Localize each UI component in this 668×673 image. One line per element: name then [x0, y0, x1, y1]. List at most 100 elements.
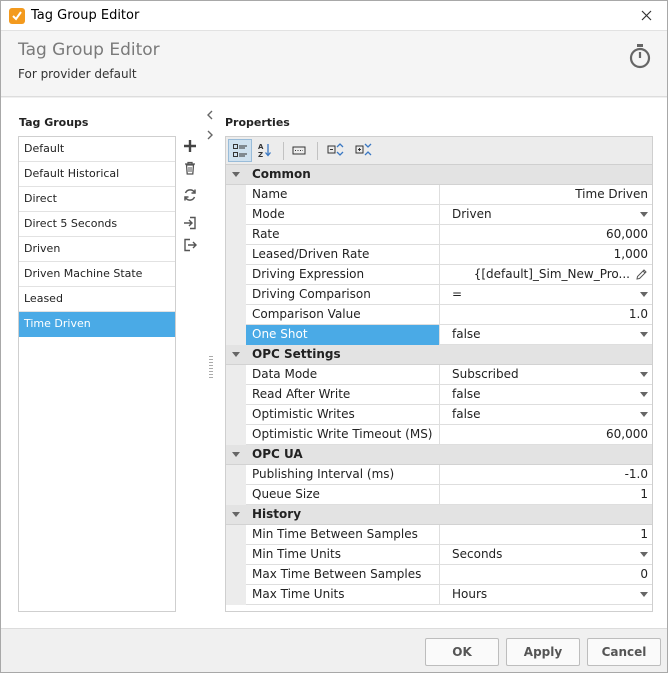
property-row[interactable]: Max Time Between Samples 0: [226, 565, 652, 585]
property-name[interactable]: Driving Comparison: [246, 285, 440, 305]
property-name[interactable]: Optimistic Write Timeout (MS): [246, 425, 440, 445]
property-row[interactable]: Rate 60,000: [226, 225, 652, 245]
property-row[interactable]: Optimistic Write Timeout (MS) 60,000: [226, 425, 652, 445]
property-value-dropdown[interactable]: false: [440, 405, 652, 425]
property-row[interactable]: Leased/Driven Rate 1,000: [226, 245, 652, 265]
property-value-dropdown[interactable]: Driven: [440, 205, 652, 225]
property-value-dropdown[interactable]: Subscribed: [440, 365, 652, 385]
category-header-history[interactable]: History: [226, 505, 652, 525]
collapse-panel-arrows-icon[interactable]: [205, 108, 215, 142]
property-value-field[interactable]: 1.0: [440, 305, 652, 325]
property-name[interactable]: Min Time Units: [246, 545, 440, 565]
property-value-field[interactable]: Time Driven: [440, 185, 652, 205]
cancel-button[interactable]: Cancel: [587, 638, 661, 666]
property-value-field[interactable]: 1: [440, 525, 652, 545]
property-value-dropdown[interactable]: Seconds: [440, 545, 652, 565]
add-icon[interactable]: [182, 138, 198, 154]
property-name[interactable]: Max Time Between Samples: [246, 565, 440, 585]
property-grid: Common Name Time Driven Mode Driven Rate 60,00…: [225, 164, 653, 612]
edit-value-button[interactable]: [288, 139, 312, 162]
property-value-field[interactable]: 1,000: [440, 245, 652, 265]
chevron-down-icon[interactable]: [640, 392, 648, 397]
property-value-dropdown[interactable]: =: [440, 285, 652, 305]
property-name[interactable]: Name: [246, 185, 440, 205]
property-name[interactable]: Data Mode: [246, 365, 440, 385]
property-row[interactable]: Max Time Units Hours: [226, 585, 652, 605]
tag-groups-list[interactable]: Default Default Historical Direct Direct 5 …: [18, 136, 176, 612]
property-name[interactable]: Rate: [246, 225, 440, 245]
property-row[interactable]: Mode Driven: [226, 205, 652, 225]
property-name[interactable]: Publishing Interval (ms): [246, 465, 440, 485]
chevron-down-icon[interactable]: [640, 332, 648, 337]
collapse-triangle-icon[interactable]: [232, 452, 240, 457]
tag-group-item[interactable]: Default Historical: [19, 162, 175, 187]
tag-group-item[interactable]: Direct: [19, 187, 175, 212]
property-name[interactable]: Max Time Units: [246, 585, 440, 605]
property-value-field[interactable]: 60,000: [440, 225, 652, 245]
property-name[interactable]: Leased/Driven Rate: [246, 245, 440, 265]
property-name[interactable]: One Shot: [246, 325, 440, 345]
chevron-down-icon[interactable]: [640, 292, 648, 297]
splitter-handle[interactable]: [209, 356, 213, 378]
property-value-field[interactable]: 1: [440, 485, 652, 505]
tag-group-editor-window: Tag Group Editor Tag Group Editor For pr…: [0, 0, 668, 673]
tag-group-item[interactable]: Direct 5 Seconds: [19, 212, 175, 237]
chevron-down-icon[interactable]: [640, 412, 648, 417]
property-value-field[interactable]: {[default]_Sim_New_Pro...: [440, 265, 652, 285]
property-row[interactable]: Min Time Between Samples 1: [226, 525, 652, 545]
chevron-down-icon[interactable]: [640, 552, 648, 557]
property-row[interactable]: Read After Write false: [226, 385, 652, 405]
property-name[interactable]: Min Time Between Samples: [246, 525, 440, 545]
property-row[interactable]: Queue Size 1: [226, 485, 652, 505]
property-value-field[interactable]: 0: [440, 565, 652, 585]
refresh-icon[interactable]: [182, 187, 198, 203]
collapse-triangle-icon[interactable]: [232, 512, 240, 517]
collapse-triangle-icon[interactable]: [232, 172, 240, 177]
ok-button[interactable]: OK: [425, 638, 499, 666]
categorized-view-button[interactable]: [228, 139, 252, 162]
property-value-dropdown[interactable]: false: [440, 385, 652, 405]
property-name[interactable]: Optimistic Writes: [246, 405, 440, 425]
chevron-down-icon[interactable]: [640, 212, 648, 217]
category-header-opc-settings[interactable]: OPC Settings: [226, 345, 652, 365]
property-row[interactable]: Comparison Value 1.0: [226, 305, 652, 325]
property-row[interactable]: Driving Comparison =: [226, 285, 652, 305]
pencil-icon[interactable]: [635, 268, 648, 281]
collapse-all-button[interactable]: [352, 139, 376, 162]
property-name[interactable]: Read After Write: [246, 385, 440, 405]
property-value-dropdown[interactable]: false: [440, 325, 652, 345]
close-button[interactable]: [627, 1, 667, 31]
property-row[interactable]: Optimistic Writes false: [226, 405, 652, 425]
category-header-common[interactable]: Common: [226, 165, 652, 185]
expand-all-button[interactable]: [324, 139, 348, 162]
property-value-field[interactable]: 60,000: [440, 425, 652, 445]
property-row[interactable]: Driving Expression {[default]_Sim_New_Pro…: [226, 265, 652, 285]
collapse-all-icon: [355, 143, 372, 156]
chevron-down-icon[interactable]: [640, 592, 648, 597]
export-icon[interactable]: [182, 237, 198, 253]
tag-group-item[interactable]: Driven: [19, 237, 175, 262]
property-name[interactable]: Comparison Value: [246, 305, 440, 325]
collapse-triangle-icon[interactable]: [232, 352, 240, 357]
tag-group-item[interactable]: Leased: [19, 287, 175, 312]
category-header-opc-ua[interactable]: OPC UA: [226, 445, 652, 465]
chevron-down-icon[interactable]: [640, 372, 648, 377]
tag-group-item[interactable]: Default: [19, 137, 175, 162]
property-row[interactable]: Min Time Units Seconds: [226, 545, 652, 565]
property-row[interactable]: Data Mode Subscribed: [226, 365, 652, 385]
tag-group-item[interactable]: Driven Machine State: [19, 262, 175, 287]
property-value-dropdown[interactable]: Hours: [440, 585, 652, 605]
property-name[interactable]: Driving Expression: [246, 265, 440, 285]
property-name[interactable]: Queue Size: [246, 485, 440, 505]
property-row[interactable]: Publishing Interval (ms) -1.0: [226, 465, 652, 485]
property-row[interactable]: One Shot false: [226, 325, 652, 345]
property-row[interactable]: Name Time Driven: [226, 185, 652, 205]
property-value-field[interactable]: -1.0: [440, 465, 652, 485]
property-name[interactable]: Mode: [246, 205, 440, 225]
delete-icon[interactable]: [182, 160, 198, 176]
import-icon[interactable]: [182, 215, 198, 231]
tag-group-item[interactable]: Time Driven: [19, 312, 175, 337]
apply-button[interactable]: Apply: [506, 638, 580, 666]
sort-alphabetical-button[interactable]: A Z: [254, 139, 278, 162]
sort-alpha-icon: A Z: [258, 143, 271, 158]
